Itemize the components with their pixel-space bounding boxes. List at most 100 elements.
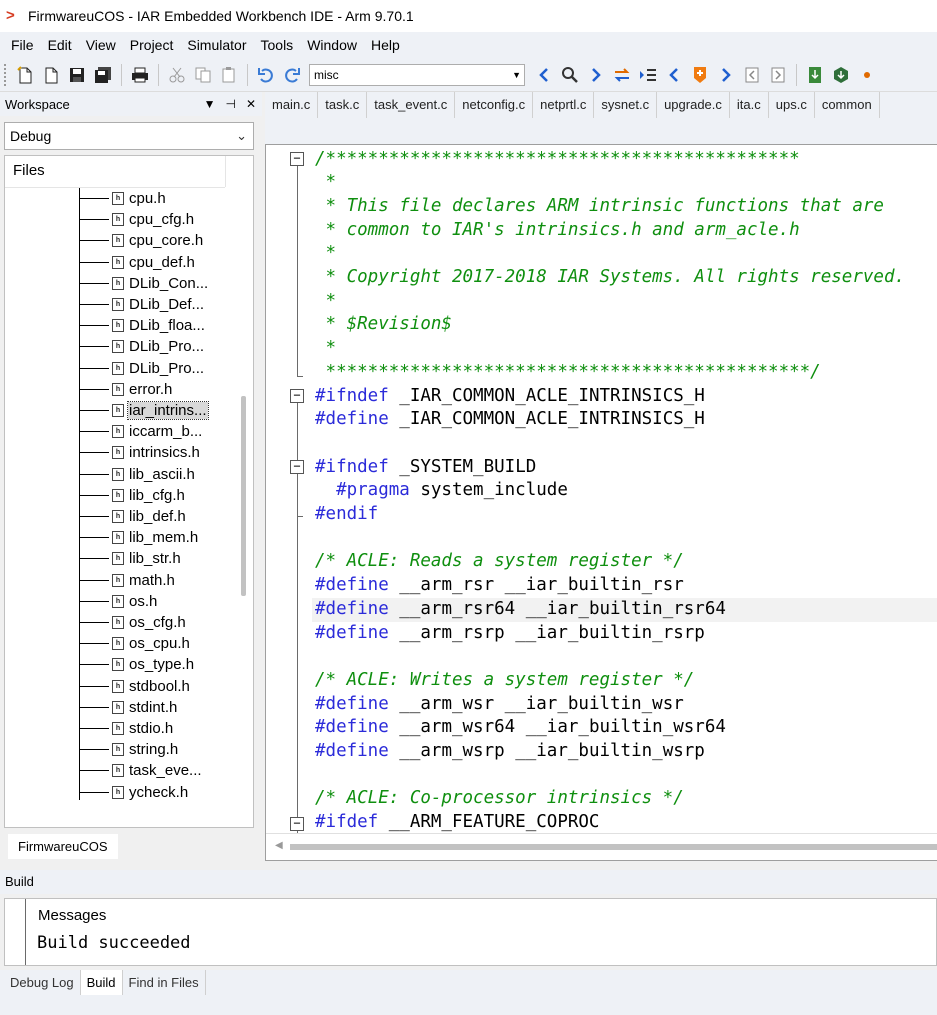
- tree-file-item[interactable]: h lib_cfg.h: [79, 485, 186, 506]
- bookmark-previous-icon[interactable]: [663, 64, 685, 86]
- menu-edit[interactable]: Edit: [41, 32, 79, 58]
- editor-tab[interactable]: upgrade.c: [657, 92, 730, 118]
- header-file-icon: h: [112, 764, 124, 778]
- editor-tab[interactable]: task.c: [318, 92, 368, 118]
- menu-window[interactable]: Window: [300, 32, 364, 58]
- redo-icon[interactable]: [281, 64, 303, 86]
- bookmark-next-icon[interactable]: [715, 64, 737, 86]
- find-next-icon[interactable]: [585, 64, 607, 86]
- paste-icon[interactable]: [218, 64, 240, 86]
- copy-icon[interactable]: [192, 64, 214, 86]
- close-icon[interactable]: ✕: [246, 92, 256, 116]
- menu-tools[interactable]: Tools: [254, 32, 301, 58]
- find-previous-icon[interactable]: [533, 64, 555, 86]
- editor-tab[interactable]: ups.c: [769, 92, 815, 118]
- configuration-select[interactable]: Debug ⌄: [4, 122, 254, 150]
- tree-file-item[interactable]: h stdbool.h: [79, 676, 191, 697]
- compile-icon[interactable]: [804, 64, 826, 86]
- tree-file-item[interactable]: h os_cpu.h: [79, 633, 191, 654]
- save-all-icon[interactable]: [92, 64, 114, 86]
- tree-file-item[interactable]: h cpu_core.h: [79, 230, 204, 251]
- pane-menu-icon[interactable]: ▼: [204, 92, 216, 116]
- fold-collapse-icon[interactable]: −: [290, 152, 304, 166]
- combo-dropdown-icon[interactable]: ▼: [512, 65, 521, 85]
- editor-tab[interactable]: netconfig.c: [455, 92, 534, 118]
- undo-icon[interactable]: [255, 64, 277, 86]
- bottom-tab[interactable]: Find in Files: [123, 970, 206, 995]
- fold-collapse-icon[interactable]: −: [290, 389, 304, 403]
- tree-file-item[interactable]: h os_cfg.h: [79, 612, 187, 633]
- code-editor[interactable]: − − − − /*******************************…: [265, 144, 937, 861]
- build-message[interactable]: Build succeeded: [37, 933, 191, 953]
- tree-file-item[interactable]: h DLib_Def...: [79, 294, 205, 315]
- menu-help[interactable]: Help: [364, 32, 407, 58]
- menu-file[interactable]: File: [4, 32, 41, 58]
- editor-tab[interactable]: sysnet.c: [594, 92, 658, 118]
- navigate-back-icon[interactable]: [741, 64, 763, 86]
- tree-file-item[interactable]: h lib_mem.h: [79, 527, 199, 548]
- tree-file-item[interactable]: h cpu.h: [79, 188, 167, 209]
- tree-file-item[interactable]: h math.h: [79, 570, 176, 591]
- tree-file-item[interactable]: h stdint.h: [79, 697, 178, 718]
- tree-file-item[interactable]: h string.h: [79, 739, 179, 760]
- open-file-icon[interactable]: [40, 64, 62, 86]
- tree-file-item[interactable]: h DLib_floa...: [79, 315, 206, 336]
- code-identifier: __arm_rsr64 __iar_builtin_rsr64: [388, 598, 726, 619]
- navigate-forward-icon[interactable]: [767, 64, 789, 86]
- tree-file-item[interactable]: h task_eve...: [79, 760, 203, 781]
- menu-simulator[interactable]: Simulator: [180, 32, 253, 58]
- header-file-icon: h: [112, 785, 124, 799]
- find-combo[interactable]: misc ▼: [309, 63, 525, 86]
- tree-file-item[interactable]: h ycheck.h: [79, 782, 189, 803]
- bookmark-icon[interactable]: [689, 64, 711, 86]
- tree-file-item[interactable]: h lib_str.h: [79, 548, 182, 569]
- file-name: ycheck.h: [129, 783, 189, 801]
- bottom-tab[interactable]: Debug Log: [4, 970, 81, 995]
- cut-icon[interactable]: [166, 64, 188, 86]
- editor-tab[interactable]: ita.c: [730, 92, 769, 118]
- tree-file-item[interactable]: h cpu_cfg.h: [79, 209, 195, 230]
- editor-tab[interactable]: main.c: [265, 92, 319, 118]
- find-icon[interactable]: [559, 64, 581, 86]
- editor-tab[interactable]: task_event.c: [367, 92, 456, 118]
- menu-view[interactable]: View: [79, 32, 123, 58]
- replace-icon[interactable]: [611, 64, 633, 86]
- tree-branch-line: [79, 494, 109, 496]
- tree-file-item[interactable]: h DLib_Pro...: [79, 358, 205, 379]
- chevron-down-icon[interactable]: ⌄: [236, 123, 247, 149]
- code-comment: *: [315, 243, 337, 264]
- bottom-tab[interactable]: Build: [80, 970, 123, 995]
- editor-tab[interactable]: common: [815, 92, 880, 118]
- tree-file-item[interactable]: h cpu_def.h: [79, 252, 196, 273]
- vertical-scrollbar-thumb[interactable]: [241, 396, 246, 596]
- tree-file-item[interactable]: h DLib_Con...: [79, 273, 209, 294]
- toolbar-grip[interactable]: [4, 63, 8, 86]
- tab-workspace-project[interactable]: FirmwareuCOS: [8, 834, 118, 859]
- save-icon[interactable]: [66, 64, 88, 86]
- tree-file-item[interactable]: h intrinsics.h: [79, 442, 201, 463]
- tree-file-item[interactable]: h lib_ascii.h: [79, 464, 196, 485]
- editor-tab[interactable]: netprtl.c: [533, 92, 595, 118]
- fold-collapse-icon[interactable]: −: [290, 460, 304, 474]
- fold-collapse-icon[interactable]: −: [290, 817, 304, 831]
- tree-file-item[interactable]: h os.h: [79, 591, 158, 612]
- tree-file-item[interactable]: h stdio.h: [79, 718, 174, 739]
- make-icon[interactable]: [830, 64, 852, 86]
- new-file-icon[interactable]: [14, 64, 36, 86]
- pin-icon[interactable]: ⊣: [225, 92, 235, 116]
- scroll-left-icon[interactable]: ◀: [275, 840, 283, 851]
- tree-file-item[interactable]: h DLib_Pro...: [79, 336, 205, 357]
- tree-file-item[interactable]: h os_type.h: [79, 654, 195, 675]
- debug-icon[interactable]: [856, 64, 878, 86]
- print-icon[interactable]: [129, 64, 151, 86]
- tree-file-item[interactable]: h error.h: [79, 379, 173, 400]
- menu-project[interactable]: Project: [123, 32, 181, 58]
- tree-file-item[interactable]: h iar_intrins...: [79, 400, 209, 421]
- editor-scrollbar-thumb[interactable]: [290, 844, 937, 850]
- tree-branch-line: [79, 728, 109, 729]
- tree-file-item[interactable]: h lib_def.h: [79, 506, 187, 527]
- editor-horizontal-scrollbar[interactable]: ◀: [266, 833, 937, 860]
- file-name: lib_def.h: [129, 508, 186, 525]
- go-to-line-icon[interactable]: [637, 64, 659, 86]
- tree-file-item[interactable]: h iccarm_b...: [79, 421, 203, 442]
